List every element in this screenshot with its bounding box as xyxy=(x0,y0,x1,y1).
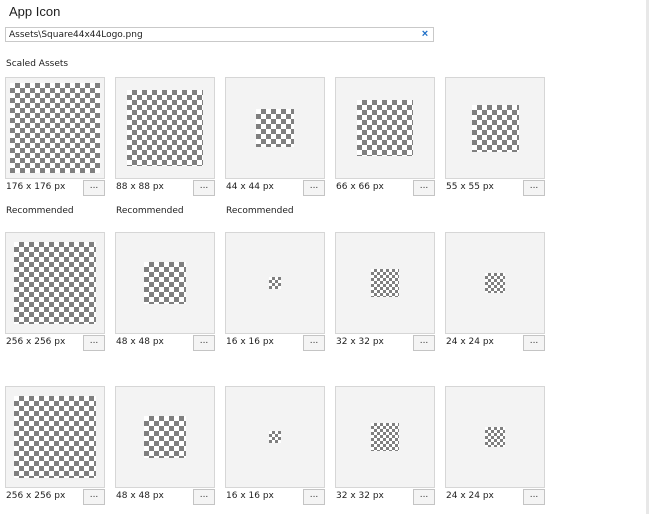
recommended-label: Recommended xyxy=(116,206,184,216)
asset-size-label: 24 x 24 px xyxy=(446,337,494,347)
asset-size-label: 48 x 48 px xyxy=(116,491,164,501)
browse-button[interactable]: ... xyxy=(523,180,545,196)
browse-button[interactable]: ... xyxy=(83,180,105,196)
asset-size-label: 24 x 24 px xyxy=(446,491,494,501)
asset-preview-card xyxy=(5,232,105,334)
asset-preview-card xyxy=(335,386,435,488)
checkerboard-preview-image xyxy=(472,105,519,152)
asset-preview-card xyxy=(225,232,325,334)
checkerboard-preview-image xyxy=(14,396,96,478)
checkerboard-preview-image xyxy=(485,273,505,293)
checkerboard-preview-image xyxy=(485,427,505,447)
browse-button[interactable]: ... xyxy=(303,335,325,351)
asset-preview-card xyxy=(225,77,325,179)
asset-preview-card xyxy=(115,232,215,334)
asset-size-label: 176 x 176 px xyxy=(6,182,66,192)
browse-button[interactable]: ... xyxy=(83,489,105,505)
browse-button[interactable]: ... xyxy=(193,335,215,351)
asset-preview-card xyxy=(5,386,105,488)
asset-size-label: 44 x 44 px xyxy=(226,182,274,192)
asset-preview-card xyxy=(445,77,545,179)
browse-button[interactable]: ... xyxy=(83,335,105,351)
section-title: App Icon xyxy=(9,4,61,19)
clear-icon[interactable]: × xyxy=(420,28,430,41)
checkerboard-preview-image xyxy=(144,416,186,458)
checkerboard-preview-image xyxy=(357,100,413,156)
checkerboard-preview-image xyxy=(127,90,203,166)
scaled-assets-label: Scaled Assets xyxy=(6,59,69,69)
asset-size-label: 16 x 16 px xyxy=(226,337,274,347)
asset-preview-card xyxy=(445,232,545,334)
browse-button[interactable]: ... xyxy=(193,489,215,505)
checkerboard-preview-image xyxy=(14,242,96,324)
checkerboard-preview-image xyxy=(269,431,281,443)
browse-button[interactable]: ... xyxy=(413,335,435,351)
asset-size-label: 32 x 32 px xyxy=(336,491,384,501)
browse-button[interactable]: ... xyxy=(193,180,215,196)
browse-button[interactable]: ... xyxy=(413,489,435,505)
checkerboard-preview-image xyxy=(371,269,399,297)
asset-preview-card xyxy=(445,386,545,488)
recommended-label: Recommended xyxy=(226,206,294,216)
asset-preview-card xyxy=(115,77,215,179)
asset-preview-card xyxy=(335,232,435,334)
browse-button[interactable]: ... xyxy=(413,180,435,196)
checkerboard-preview-image xyxy=(144,262,186,304)
asset-preview-card xyxy=(335,77,435,179)
checkerboard-preview-image xyxy=(269,277,281,289)
asset-preview-card xyxy=(5,77,105,179)
browse-button[interactable]: ... xyxy=(523,335,545,351)
checkerboard-preview-image xyxy=(371,423,399,451)
asset-size-label: 32 x 32 px xyxy=(336,337,384,347)
asset-path-value[interactable]: Assets\Square44x44Logo.png xyxy=(9,29,143,41)
recommended-label: Recommended xyxy=(6,206,74,216)
asset-size-label: 66 x 66 px xyxy=(336,182,384,192)
browse-button[interactable]: ... xyxy=(523,489,545,505)
asset-size-label: 256 x 256 px xyxy=(6,491,66,501)
asset-size-label: 48 x 48 px xyxy=(116,337,164,347)
asset-path-field[interactable]: Assets\Square44x44Logo.png × xyxy=(5,27,434,42)
checkerboard-preview-image xyxy=(10,83,100,173)
checkerboard-preview-image xyxy=(256,109,294,147)
asset-preview-card xyxy=(115,386,215,488)
asset-size-label: 55 x 55 px xyxy=(446,182,494,192)
asset-size-label: 256 x 256 px xyxy=(6,337,66,347)
asset-size-label: 88 x 88 px xyxy=(116,182,164,192)
asset-preview-card xyxy=(225,386,325,488)
asset-size-label: 16 x 16 px xyxy=(226,491,274,501)
browse-button[interactable]: ... xyxy=(303,180,325,196)
browse-button[interactable]: ... xyxy=(303,489,325,505)
